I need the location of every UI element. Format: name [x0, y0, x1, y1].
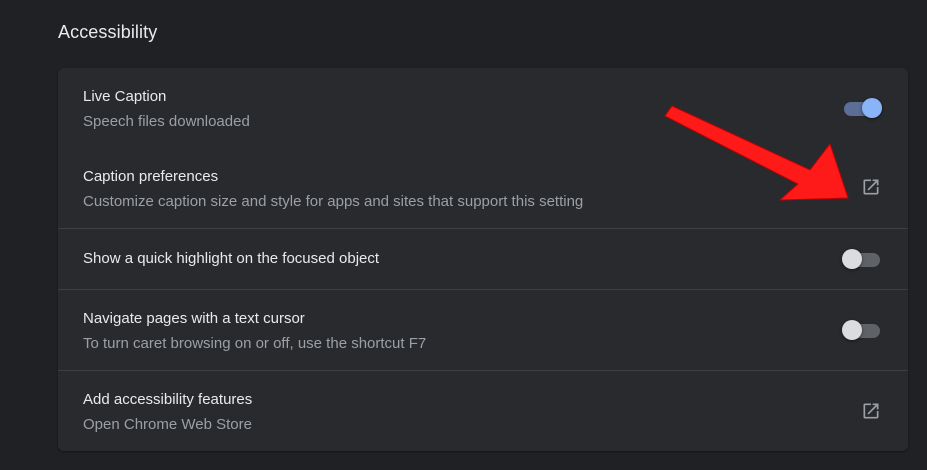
caret-browsing-label: Navigate pages with a text cursor	[83, 310, 305, 327]
caret-browsing-toggle[interactable]	[842, 319, 882, 341]
add-accessibility-features-sub: Open Chrome Web Store	[83, 416, 252, 433]
live-caption-sub: Speech files downloaded	[83, 113, 250, 130]
caption-preferences-sub: Customize caption size and style for app…	[83, 193, 584, 210]
open-in-new-icon[interactable]	[861, 401, 881, 421]
quick-highlight-row[interactable]: Show a quick highlight on the focused ob…	[58, 229, 908, 289]
add-accessibility-features-label: Add accessibility features	[83, 391, 253, 408]
live-caption-label: Live Caption	[83, 88, 167, 105]
caret-browsing-sub: To turn caret browsing on or off, use th…	[83, 335, 427, 352]
quick-highlight-toggle[interactable]	[842, 248, 882, 270]
caption-preferences-label: Caption preferences	[83, 168, 219, 185]
section-title: Accessibility	[58, 22, 158, 42]
quick-highlight-label: Show a quick highlight on the focused ob…	[83, 250, 380, 267]
annotation-arrow	[664, 105, 849, 201]
add-accessibility-features-row[interactable]: Add accessibility features Open Chrome W…	[58, 371, 908, 451]
caret-browsing-row[interactable]: Navigate pages with a text cursor To tur…	[58, 290, 908, 370]
